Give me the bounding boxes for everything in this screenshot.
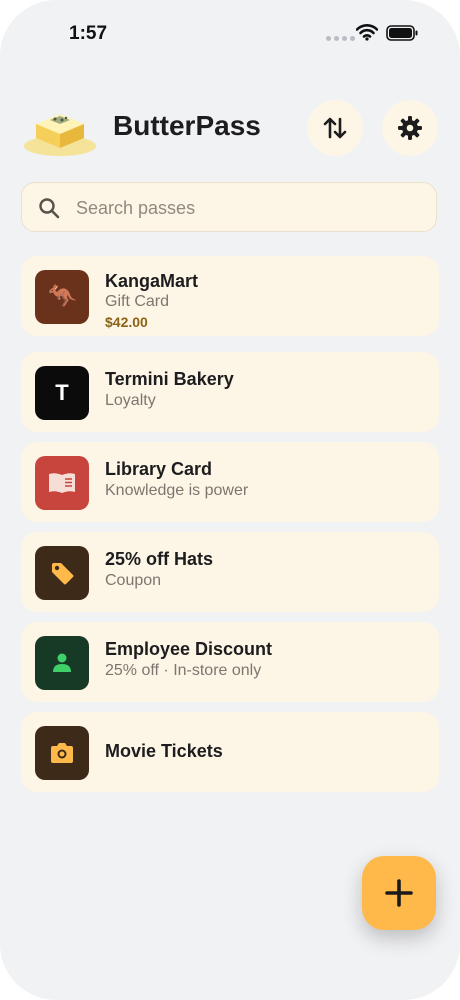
- letter-t-icon: T: [35, 366, 89, 420]
- search-input[interactable]: [74, 183, 428, 233]
- book-icon: [35, 456, 89, 510]
- settings-button[interactable]: [382, 100, 438, 156]
- app-header: ButterPass: [0, 96, 460, 162]
- pass-balance: $42.00: [105, 314, 148, 330]
- pass-subtitle: Gift Card: [105, 293, 170, 310]
- arrows-up-down-icon: [323, 117, 347, 139]
- pass-title: Termini Bakery: [105, 369, 234, 389]
- pass-subtitle: Knowledge is power: [105, 482, 249, 499]
- pass-title: Movie Tickets: [105, 741, 223, 761]
- status-time: 1:57: [69, 23, 108, 44]
- pass-card-kangamart[interactable]: 🦘 KangaMart Gift Card $42.00: [21, 256, 439, 336]
- pass-subtitle: 25% off · In-store only: [105, 662, 262, 679]
- kangaroo-icon: 🦘: [35, 270, 89, 324]
- add-pass-button[interactable]: [362, 856, 436, 930]
- app-screen: 1:57 ButterPass Search passes 🦘 KangaMar…: [0, 0, 460, 1000]
- signal-dots-icon: [326, 36, 355, 41]
- app-title: ButterPass: [113, 110, 261, 141]
- butter-logo-icon: [24, 114, 96, 156]
- pass-card-employee-discount[interactable]: Employee Discount 25% off · In-store onl…: [21, 622, 439, 702]
- pass-card-movie-tickets[interactable]: Movie Tickets: [21, 712, 439, 792]
- pass-title: KangaMart: [105, 271, 199, 291]
- status-bar: 1:57: [0, 0, 460, 64]
- pass-card-library-card[interactable]: Library Card Knowledge is power: [21, 442, 439, 522]
- camera-icon: [35, 726, 89, 780]
- gear-icon: [398, 116, 422, 140]
- search-bar[interactable]: [21, 182, 437, 233]
- pass-subtitle: Loyalty: [105, 392, 156, 409]
- search-icon: [39, 198, 60, 219]
- pass-card-termini-bakery[interactable]: T Termini Bakery Loyalty: [21, 352, 439, 432]
- pass-title: 25% off Hats: [105, 549, 214, 569]
- pass-card-hats-coupon[interactable]: 25% off Hats Coupon: [21, 532, 439, 612]
- pass-title: Library Card: [105, 459, 213, 479]
- sort-button[interactable]: [307, 100, 363, 156]
- wifi-icon: [356, 24, 378, 41]
- pass-title: Employee Discount: [105, 639, 273, 659]
- plus-icon: [385, 879, 413, 907]
- pass-subtitle: Coupon: [105, 572, 162, 589]
- person-icon: [35, 636, 89, 690]
- tag-icon: [35, 546, 89, 600]
- battery-icon: [386, 25, 418, 41]
